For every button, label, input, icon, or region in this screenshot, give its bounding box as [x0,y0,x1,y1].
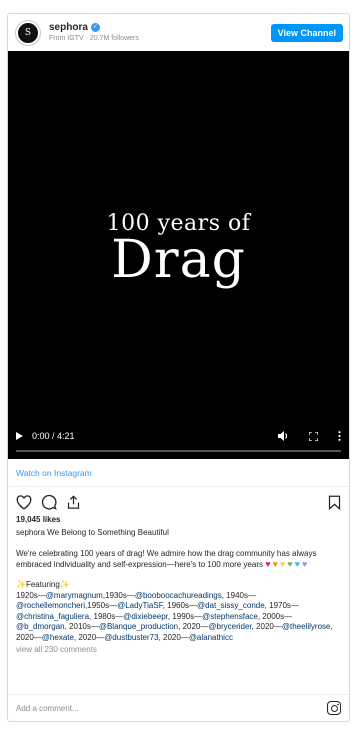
heart-emoji-icon: ♥ [279,558,286,569]
post-header: S sephora ✓ From IGTV · 20.7M followers … [8,14,349,51]
action-bar [8,487,349,517]
video-title-card: 100 years of Drag [8,211,349,286]
header-text: sephora ✓ From IGTV · 20.7M followers [49,22,271,43]
heart-emoji-icon: ♥ [287,558,293,569]
heart-emoji-icon: ♥ [301,558,308,569]
credit-decade: , 2020— [158,632,189,642]
volume-icon[interactable] [278,431,289,441]
video-time: 0:00 / 4:21 [32,431,75,441]
add-comment-input[interactable]: Add a comment... [16,704,327,713]
username[interactable]: sephora [49,22,88,33]
heart-emoji-icon: ♥ [265,558,271,569]
caption-header: sephora We Belong to Something Beautiful [8,524,349,537]
username-row[interactable]: sephora ✓ [49,22,271,33]
heart-outline-icon[interactable] [16,494,32,510]
mention-link[interactable]: @marymagnum [46,591,103,600]
mention-link[interactable]: @Blanque_production [99,622,178,631]
mention-link[interactable]: @LadyTiaSF [117,601,163,610]
credit-decade: , 1940s— [221,590,256,600]
video-controls: 0:00 / 4:21 [8,425,349,459]
credit-decade: , 1990s— [167,611,203,621]
more-vertical-icon[interactable] [338,431,341,441]
watch-label[interactable]: Watch on Instagram [16,468,92,478]
caption-title: We Belong to Something Beautiful [47,528,169,537]
mention-link[interactable]: @b_dmorgan [16,622,65,631]
credit-decade: , 1960s— [162,601,197,610]
mention-link[interactable]: @alanathicc [189,633,233,642]
mention-link[interactable]: @brycerider [208,622,251,631]
video-title-line2: Drag [111,230,246,290]
sparkle-icon: ✨ [16,580,26,589]
share-icon[interactable] [66,494,81,510]
mention-link[interactable]: @booboocachureadings [135,591,222,600]
view-all-comments-link[interactable]: view all 230 comments [8,643,349,654]
credit-decade: , 2020— [251,622,282,631]
credit-decade: , 1980s— [89,611,124,621]
view-channel-button[interactable]: View Channel [270,23,343,42]
credit-decade: , 2000s— [257,611,293,621]
credit-decade: , 2020— [178,622,209,631]
featuring-line: ✨Featuring✨ [8,570,349,591]
like-count[interactable]: 19,045 likes [8,515,349,524]
mention-link[interactable]: @dixiebeepr [123,612,168,621]
credit-decade: ,1950s— [85,601,118,610]
fullscreen-icon[interactable] [309,431,318,441]
mention-link[interactable]: @christina_faguliera [16,612,89,621]
credit-decade: , 1970s— [264,601,299,610]
heart-emoji-icon: ♥ [294,558,300,569]
rainbow-hearts: ♥ ♥ ♥ ♥ ♥ ♥ [265,558,308,569]
verified-badge-icon: ✓ [90,23,100,33]
credit-decade: 1920s— [16,590,46,600]
bookmark-icon[interactable] [328,495,341,510]
caption-body: We're celebrating 100 years of drag! We … [8,537,349,570]
heart-emoji-icon: ♥ [272,558,278,569]
video-player[interactable]: 100 years of Drag 0:00 / 4:21 [8,51,349,459]
header-subtitle: From IGTV · 20.7M followers [49,35,139,43]
mention-link[interactable]: @rochellemoncheri [16,601,85,610]
comment-bubble-icon[interactable] [41,494,57,510]
mention-link[interactable]: @hexate [42,633,74,642]
mention-link[interactable]: @theelilyrose [282,622,331,631]
sparkle-icon: ✨ [59,580,70,589]
play-icon[interactable] [16,432,23,440]
credits-list: 1920s—@marymagnum,1930s—@booboocachuread… [8,591,349,644]
mention-link[interactable]: @dustbuster73 [104,633,158,642]
avatar-letter: S [24,27,32,38]
caption-username[interactable]: sephora [16,528,45,537]
credit-decade: , 2010s— [64,622,99,631]
avatar[interactable]: S [16,20,40,45]
credit-decade: ,1930s— [102,590,135,600]
instagram-embed-card: S sephora ✓ From IGTV · 20.7M followers … [7,13,350,722]
featuring-label: Featuring [25,580,60,589]
mention-link[interactable]: @dat_sissy_conde [197,601,265,610]
video-progress-bar[interactable] [16,450,341,452]
comment-bar: Add a comment... [8,694,349,721]
watch-on-instagram-link[interactable]: Watch on Instagram [8,459,349,487]
instagram-logo-icon[interactable] [327,701,341,715]
credit-decade: , 2020— [73,632,105,642]
mention-link[interactable]: @stephensface [202,612,258,621]
